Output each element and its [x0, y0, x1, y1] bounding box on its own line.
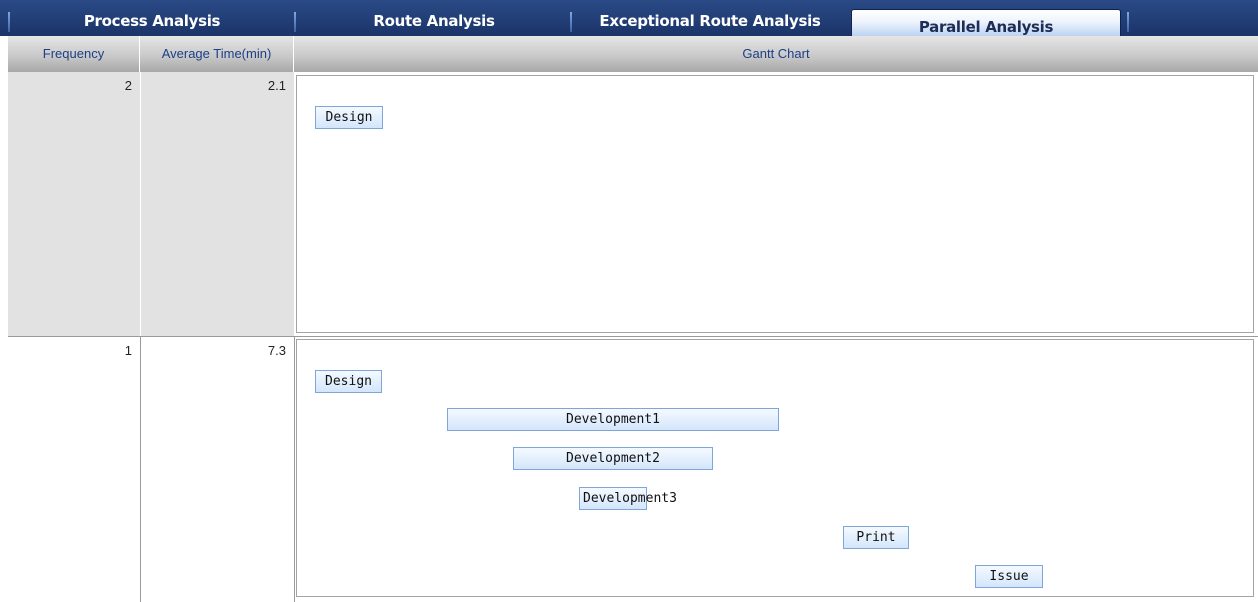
column-header-gantt-chart[interactable]: Gantt Chart	[294, 36, 1258, 72]
row-2-task-development3[interactable]: Development3	[579, 487, 677, 510]
tab-parallel-analysis-label: Parallel Analysis	[918, 18, 1054, 36]
row-2-frequency: 1	[8, 337, 140, 602]
tab-route-analysis[interactable]: Route Analysis	[296, 8, 572, 36]
row-1-task-design[interactable]: Design	[315, 106, 383, 129]
row-2-task-print[interactable]: Print	[843, 526, 909, 549]
tab-bar: Process Analysis Route Analysis Exceptio…	[0, 0, 1258, 36]
column-header-frequency[interactable]: Frequency	[8, 36, 140, 72]
row-2-task-development1[interactable]: Development1	[447, 408, 779, 431]
tab-exceptional-route-analysis[interactable]: Exceptional Route Analysis	[572, 8, 848, 36]
row-2-frequency-value: 1	[124, 343, 132, 358]
tab-route-analysis-label: Route Analysis	[373, 12, 495, 30]
row-1-average-time-value: 2.1	[267, 78, 286, 93]
row-2-task-design[interactable]: Design	[315, 370, 382, 393]
tab-bar-end-divider	[1121, 8, 1129, 36]
row-2-average-time: 7.3	[141, 337, 294, 602]
row-2-task-issue[interactable]: Issue	[975, 565, 1043, 588]
column-header-average-time-label: Average Time(min)	[161, 46, 272, 61]
column-divider-average-time	[294, 337, 295, 602]
row-1-frequency: 2	[8, 72, 140, 336]
column-header-frequency-label: Frequency	[42, 46, 105, 61]
row-1-frequency-value: 2	[124, 78, 132, 93]
row-2-task-development2[interactable]: Development2	[513, 447, 713, 470]
row-2-task-development3-label: Development3	[583, 491, 677, 506]
row-1-gantt-chart: Design	[296, 75, 1254, 333]
row-1-average-time: 2.1	[140, 72, 294, 336]
tab-process-analysis[interactable]: Process Analysis	[8, 8, 296, 36]
row-2-average-time-value: 7.3	[267, 343, 286, 358]
column-header-average-time[interactable]: Average Time(min)	[140, 36, 294, 72]
row-2-gantt-chart: Design Development1 Development2 Develop…	[296, 339, 1254, 597]
column-header-gantt-chart-label: Gantt Chart	[742, 46, 810, 61]
tab-parallel-analysis[interactable]: Parallel Analysis	[851, 9, 1121, 36]
tab-process-analysis-label: Process Analysis	[83, 12, 221, 30]
tab-exceptional-route-analysis-label: Exceptional Route Analysis	[599, 12, 821, 30]
